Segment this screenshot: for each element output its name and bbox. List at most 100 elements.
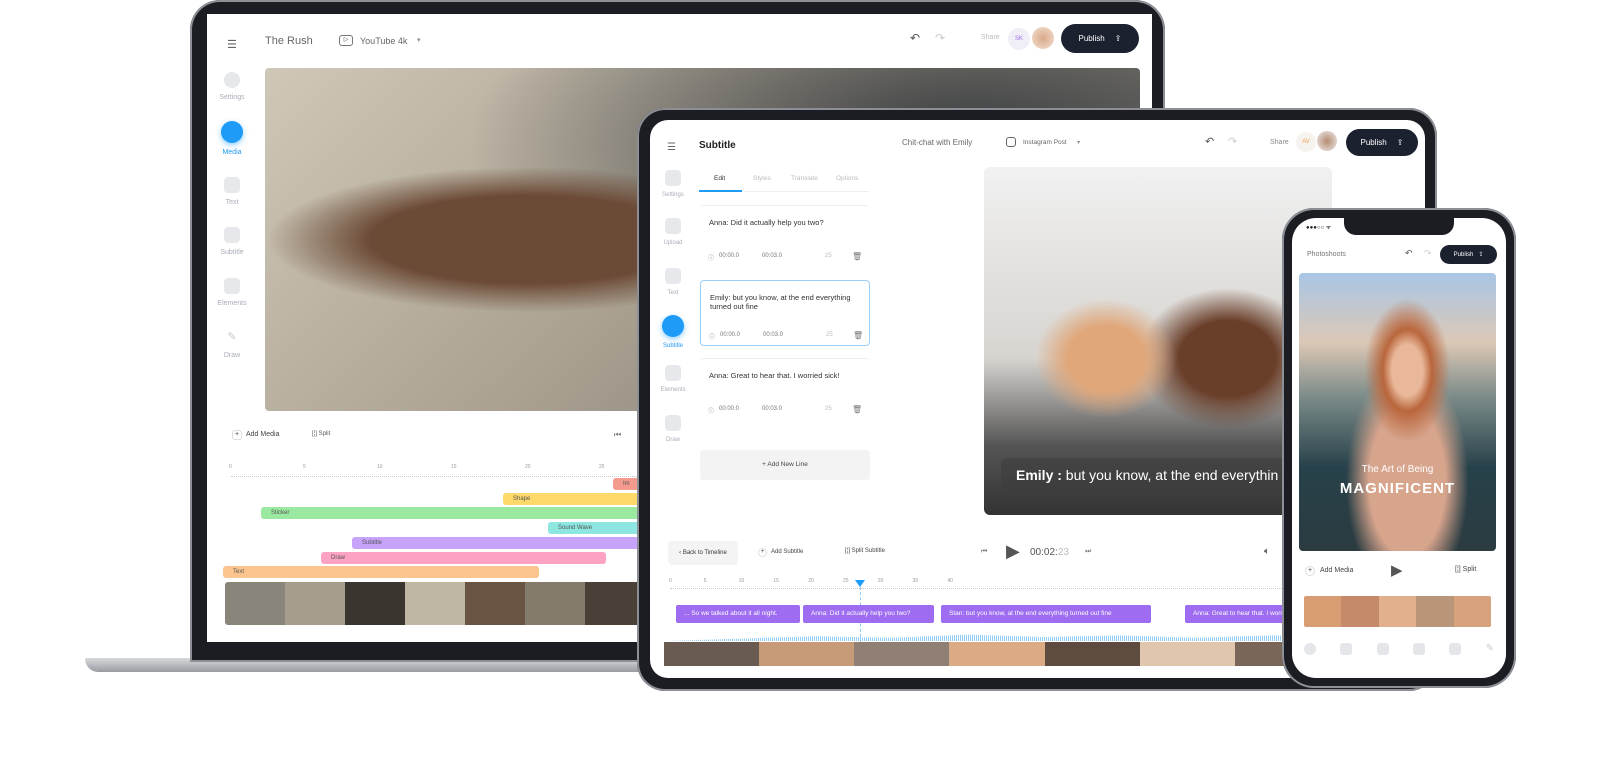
trash-icon[interactable]: 🗑︎ bbox=[852, 252, 862, 261]
redo-icon[interactable]: ↷ bbox=[1228, 135, 1237, 148]
avatar[interactable]: AV bbox=[1296, 132, 1316, 152]
start-time[interactable]: 00:00.0 bbox=[719, 406, 739, 412]
ruler-tick: 15 bbox=[451, 464, 457, 470]
plus-icon: + bbox=[1305, 566, 1315, 576]
sidebar-item-text[interactable]: Text bbox=[653, 268, 693, 296]
timeline-track-shape[interactable]: Shape bbox=[503, 492, 643, 505]
sidebar-label: Elements bbox=[217, 300, 247, 307]
sidebar-item-subtitle[interactable]: Subtitle bbox=[212, 227, 252, 256]
sidebar-item-draw[interactable]: ✎ Draw bbox=[212, 330, 252, 359]
subtitle-line[interactable]: Anna: Great to hear that. I worried sick… bbox=[700, 358, 870, 420]
tab-edit[interactable]: Edit bbox=[714, 175, 725, 182]
skip-back-icon[interactable]: ⏮ bbox=[981, 548, 987, 556]
add-subtitle-button[interactable]: + Add Subtitle bbox=[758, 548, 803, 557]
sidebar-item-text[interactable]: Text bbox=[212, 177, 252, 206]
add-media-button[interactable]: + Add Media bbox=[232, 430, 279, 440]
redo-icon[interactable]: ↷ bbox=[935, 31, 945, 45]
project-title[interactable]: Photoshoots bbox=[1307, 251, 1346, 258]
split-subtitle-button[interactable]: [¦] Split Subtitle bbox=[845, 548, 885, 554]
elements-icon[interactable] bbox=[1449, 643, 1462, 655]
format-select[interactable]: YouTube 4k bbox=[360, 36, 407, 46]
subtitle-icon[interactable] bbox=[1412, 643, 1425, 655]
menu-icon[interactable]: ☰ bbox=[667, 142, 676, 153]
tab-translate[interactable]: Translate bbox=[791, 175, 818, 182]
sidebar-item-elements[interactable]: Elements bbox=[653, 365, 693, 393]
publish-button[interactable]: Publish ⇪ bbox=[1346, 129, 1418, 156]
trash-icon[interactable]: 🗑︎ bbox=[853, 331, 863, 340]
format-select[interactable]: Instagram Post bbox=[1023, 139, 1067, 146]
skip-forward-icon[interactable]: ⏭ bbox=[1085, 548, 1091, 556]
sidebar-item-settings[interactable]: Settings bbox=[212, 72, 252, 101]
sidebar-item-media[interactable]: Media bbox=[212, 121, 252, 156]
chevron-down-icon[interactable]: ▾ bbox=[1077, 139, 1080, 146]
ruler-tick: 25 bbox=[843, 578, 849, 584]
timeline-track-subtitle[interactable]: Subtitle bbox=[352, 536, 652, 549]
share-label[interactable]: Share bbox=[981, 34, 1000, 41]
chevron-down-icon[interactable]: ▾ bbox=[417, 36, 421, 44]
subtitle-text-field[interactable]: Emily: but you know, at the end everythi… bbox=[710, 293, 860, 311]
tab-options[interactable]: Options bbox=[836, 175, 858, 182]
sidebar-item-upload[interactable]: Upload bbox=[653, 218, 693, 246]
sidebar-item-subtitle[interactable]: Subtitle bbox=[653, 315, 693, 349]
menu-icon[interactable]: ☰ bbox=[227, 38, 237, 51]
subtitle-clip[interactable]: Anna: Did it actually help you two? bbox=[803, 605, 934, 623]
undo-icon[interactable]: ↶ bbox=[910, 31, 920, 45]
plus-icon: + bbox=[758, 548, 767, 557]
timeline-track-sticker[interactable]: Sticker bbox=[261, 507, 647, 520]
end-time[interactable]: 00:03.0 bbox=[762, 253, 782, 259]
split-button[interactable]: [¦] Split bbox=[312, 431, 330, 437]
instagram-icon bbox=[1006, 137, 1016, 147]
subtitle-clip[interactable]: Stan: but you know, at the end everythin… bbox=[941, 605, 1151, 623]
media-filmstrip[interactable] bbox=[1304, 596, 1491, 627]
overlay-title: MAGNIFICENT bbox=[1339, 480, 1456, 497]
subtitle-line[interactable]: Emily: but you know, at the end everythi… bbox=[700, 280, 870, 346]
sidebar-item-elements[interactable]: Elements bbox=[212, 278, 252, 307]
end-time[interactable]: 00:03.0 bbox=[762, 406, 782, 412]
sidebar-label: Draw bbox=[223, 352, 241, 359]
subtitle-line[interactable]: Anna: Did it actually help you two? ⓘ 00:0… bbox=[700, 205, 870, 267]
publish-button[interactable]: Publish ⇪ bbox=[1440, 245, 1497, 264]
project-title[interactable]: The Rush bbox=[265, 35, 313, 47]
end-time[interactable]: 00:03.0 bbox=[763, 332, 783, 338]
add-new-line-button[interactable]: + Add New Line bbox=[700, 450, 870, 480]
undo-icon[interactable]: ↶ bbox=[1405, 248, 1413, 259]
avatar[interactable]: SK bbox=[1008, 28, 1030, 50]
text-icon[interactable] bbox=[1376, 643, 1389, 655]
user-avatar[interactable] bbox=[1032, 27, 1054, 49]
subtitle-text-field[interactable]: Anna: Great to hear that. I worried sick… bbox=[709, 371, 859, 380]
sidebar-item-settings[interactable]: Settings bbox=[653, 170, 693, 198]
sidebar-item-draw[interactable]: Draw bbox=[653, 415, 693, 443]
timeline-track-text[interactable]: Text bbox=[223, 566, 539, 579]
subtitle-clip[interactable]: ... So we talked about it all night. bbox=[676, 605, 800, 623]
ruler-tick: 10 bbox=[377, 464, 383, 470]
tab-styles[interactable]: Styles bbox=[753, 175, 771, 182]
timeline-track-sound-wave[interactable]: Sound Wave bbox=[548, 522, 648, 535]
project-title[interactable]: Chit-chat with Emily bbox=[902, 138, 972, 147]
add-media-button[interactable]: + Add Media bbox=[1305, 566, 1353, 576]
timeline-track-draw[interactable]: Draw bbox=[321, 551, 606, 564]
start-time[interactable]: 00:00.0 bbox=[720, 332, 740, 338]
back-to-timeline-button[interactable]: ‹ Back to Timeline bbox=[668, 541, 738, 565]
skip-back-icon[interactable]: ⏮ bbox=[614, 430, 621, 440]
subtitle-icon bbox=[662, 315, 684, 337]
split-button[interactable]: [¦] Split bbox=[1455, 566, 1476, 573]
subtitle-text-field[interactable]: Anna: Did it actually help you two? bbox=[709, 218, 859, 227]
media-filmstrip[interactable] bbox=[225, 582, 645, 625]
undo-icon[interactable]: ↶ bbox=[1205, 135, 1214, 148]
trash-icon[interactable]: 🗑︎ bbox=[852, 405, 862, 414]
user-avatar[interactable] bbox=[1317, 131, 1337, 151]
volume-icon[interactable]: 🔈︎ bbox=[1264, 546, 1270, 557]
publish-button[interactable]: Publish ⇪ bbox=[1061, 24, 1139, 53]
start-time[interactable]: 00:00.0 bbox=[719, 253, 739, 259]
sidebar-label: Subtitle bbox=[662, 343, 683, 349]
redo-icon[interactable]: ↷ bbox=[1424, 248, 1432, 259]
settings-icon[interactable] bbox=[1304, 643, 1316, 655]
play-button[interactable]: ▶ bbox=[1006, 541, 1020, 562]
image-icon[interactable] bbox=[1340, 643, 1353, 655]
playhead[interactable] bbox=[855, 580, 866, 587]
split-subtitle-label: Split Subtitle bbox=[851, 548, 885, 554]
video-preview bbox=[1299, 273, 1496, 551]
pencil-icon[interactable]: ✎ bbox=[1486, 643, 1494, 655]
play-button[interactable]: ▶ bbox=[1391, 561, 1403, 579]
share-label[interactable]: Share bbox=[1270, 139, 1289, 146]
